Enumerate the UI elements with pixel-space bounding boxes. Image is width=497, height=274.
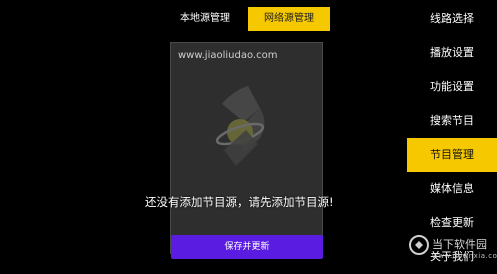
menu-item-media-info[interactable]: 媒体信息 [407,172,497,206]
menu-item-feature-settings[interactable]: 功能设置 [407,70,497,104]
save-and-update-button[interactable]: 保存并更新 [171,235,323,259]
watermark-text: 当下软件园 [432,238,487,251]
site-url-text: www.jiaoliudao.com [178,50,278,61]
menu-item-line-select[interactable]: 线路选择 [407,2,497,36]
menu-item-program-management[interactable]: 节目管理 [407,138,497,172]
menu-item-playback-settings[interactable]: 播放设置 [407,36,497,70]
empty-source-message: 还没有添加节目源，请先添加节目源! [145,195,334,209]
watermark-url: www.downxia.com [432,252,497,260]
watermark-logo-icon [409,235,429,255]
planet-logo-icon [215,86,265,166]
tab-network-source[interactable]: 网络源管理 [248,7,330,31]
menu-item-search-program[interactable]: 搜索节目 [407,104,497,138]
tab-local-source[interactable]: 本地源管理 [170,7,240,31]
